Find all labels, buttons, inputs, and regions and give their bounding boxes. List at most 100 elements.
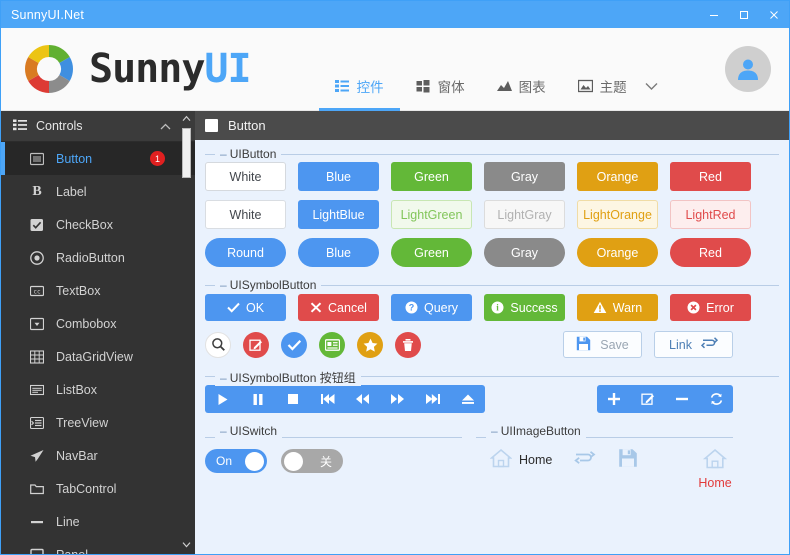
button-gray[interactable]: Gray bbox=[484, 162, 565, 191]
circle-button-delete[interactable] bbox=[395, 331, 421, 358]
image-button-home[interactable]: Home bbox=[489, 448, 552, 471]
scrollbar-thumb[interactable] bbox=[182, 128, 191, 178]
button-orange[interactable]: Orange bbox=[577, 162, 658, 191]
close-button[interactable] bbox=[759, 1, 789, 28]
refresh-button[interactable] bbox=[699, 385, 733, 413]
sidebar-item-treeview[interactable]: TreeView bbox=[1, 406, 195, 439]
button-light-green[interactable]: LightGreen bbox=[391, 200, 472, 229]
sidebar-item-button[interactable]: Button 1 bbox=[1, 142, 195, 175]
group-uibutton: – UIButton White Blue Green Gray Orange R… bbox=[205, 147, 779, 267]
question-icon: ? bbox=[405, 301, 418, 314]
circle-button-star[interactable] bbox=[357, 331, 383, 358]
symbol-button-ok[interactable]: OK bbox=[205, 294, 286, 321]
button-light-white[interactable]: White bbox=[205, 200, 286, 229]
stop-button[interactable] bbox=[275, 385, 310, 413]
button-blue[interactable]: Blue bbox=[298, 162, 379, 191]
fast-forward-button[interactable] bbox=[380, 385, 415, 413]
svg-text:cc: cc bbox=[33, 288, 41, 295]
image-button-home-vertical[interactable]: Home bbox=[698, 448, 732, 490]
skip-start-button[interactable] bbox=[310, 385, 345, 413]
symbol-button-query[interactable]: ? Query bbox=[391, 294, 472, 321]
sidebar-item-tabcontrol[interactable]: TabControl bbox=[1, 472, 195, 505]
button-green[interactable]: Green bbox=[391, 162, 472, 191]
pause-button[interactable] bbox=[240, 385, 275, 413]
radio-icon bbox=[29, 250, 45, 266]
add-button[interactable] bbox=[597, 385, 631, 413]
skip-end-button[interactable] bbox=[415, 385, 450, 413]
button-round-orange[interactable]: Orange bbox=[577, 238, 658, 267]
switch-off[interactable]: 关 bbox=[281, 449, 343, 473]
remove-button[interactable] bbox=[665, 385, 699, 413]
home-icon bbox=[489, 448, 513, 471]
group-uisymbolbutton: – UISymbolButton OK Cancel ? Query i Suc… bbox=[205, 278, 779, 358]
button-light-blue[interactable]: LightBlue bbox=[298, 200, 379, 229]
sidebar-item-datagridview[interactable]: DataGridView bbox=[1, 340, 195, 373]
info-icon: i bbox=[491, 301, 504, 314]
button-round-green[interactable]: Green bbox=[391, 238, 472, 267]
link-button[interactable]: Link bbox=[654, 331, 733, 358]
circle-button-check[interactable] bbox=[281, 331, 307, 358]
symbol-button-success[interactable]: i Success bbox=[484, 294, 565, 321]
uibutton-row-round: Round Blue Green Gray Orange Red bbox=[205, 229, 779, 267]
rewind-icon bbox=[356, 394, 369, 404]
minimize-button[interactable] bbox=[699, 1, 729, 28]
eject-button[interactable] bbox=[450, 385, 485, 413]
sidebar-header[interactable]: Controls bbox=[1, 111, 195, 142]
symbol-button-label: Query bbox=[423, 300, 459, 315]
switch-row: On 关 bbox=[205, 438, 462, 473]
sidebar-item-label: Label bbox=[56, 184, 87, 199]
symbol-button-error[interactable]: Error bbox=[670, 294, 751, 321]
play-button[interactable] bbox=[205, 385, 240, 413]
sidebar-item-combobox[interactable]: Combobox bbox=[1, 307, 195, 340]
button-round-blue[interactable]: Blue bbox=[298, 238, 379, 267]
save-button[interactable]: Save bbox=[563, 331, 642, 358]
sidebar-scrollbar[interactable] bbox=[180, 113, 193, 552]
circle-button-edit[interactable] bbox=[243, 331, 269, 358]
button-red[interactable]: Red bbox=[670, 162, 751, 191]
edit-button[interactable] bbox=[631, 385, 665, 413]
symbol-button-warn[interactable]: Warn bbox=[577, 294, 658, 321]
content-area: Button – UIButton White Blue Green Gray O… bbox=[195, 111, 789, 554]
rewind-button[interactable] bbox=[345, 385, 380, 413]
combobox-icon bbox=[29, 316, 45, 332]
button-round[interactable]: Round bbox=[205, 238, 286, 267]
paper-plane-icon bbox=[29, 448, 45, 464]
nav-tab-charts[interactable]: 图表 bbox=[481, 28, 562, 111]
switch-on[interactable]: On bbox=[205, 449, 267, 473]
sidebar-item-label: ListBox bbox=[56, 382, 97, 397]
button-round-red[interactable]: Red bbox=[670, 238, 751, 267]
window-title: SunnyUI.Net bbox=[11, 7, 85, 22]
button-light-gray[interactable]: LightGray bbox=[484, 200, 565, 229]
chevron-up-icon[interactable] bbox=[160, 119, 171, 133]
sidebar-item-panel[interactable]: Panel bbox=[1, 538, 195, 554]
scroll-down-icon[interactable] bbox=[182, 539, 191, 552]
list-icon bbox=[13, 119, 27, 134]
button-white[interactable]: White bbox=[205, 162, 286, 191]
button-light-red[interactable]: LightRed bbox=[670, 200, 751, 229]
sidebar-item-listbox[interactable]: ListBox bbox=[1, 373, 195, 406]
sidebar-item-label-ctl[interactable]: B Label bbox=[1, 175, 195, 208]
sidebar-item-textbox[interactable]: cc TextBox bbox=[1, 274, 195, 307]
group-uisymbolbutton-group: – UISymbolButton 按钮组 bbox=[205, 369, 779, 413]
sidebar-item-radiobutton[interactable]: RadioButton bbox=[1, 241, 195, 274]
sidebar-item-checkbox[interactable]: CheckBox bbox=[1, 208, 195, 241]
symbol-button-cancel[interactable]: Cancel bbox=[298, 294, 379, 321]
group-uiswitch-legend: – UISwitch bbox=[215, 424, 283, 438]
sidebar-item-label: TreeView bbox=[56, 415, 109, 430]
button-round-gray[interactable]: Gray bbox=[484, 238, 565, 267]
maximize-button[interactable] bbox=[729, 1, 759, 28]
image-button-save[interactable] bbox=[618, 448, 638, 471]
image-button-shuffle[interactable] bbox=[574, 448, 596, 471]
user-avatar-icon[interactable] bbox=[725, 46, 771, 92]
button-light-orange[interactable]: LightOrange bbox=[577, 200, 658, 229]
circle-button-id-card[interactable] bbox=[319, 331, 345, 358]
sunnyui-color-wheel-icon bbox=[21, 41, 77, 97]
nav-tab-controls[interactable]: 控件 bbox=[318, 28, 400, 111]
nav-tab-forms[interactable]: 窗体 bbox=[400, 28, 481, 111]
scroll-up-icon[interactable] bbox=[182, 113, 191, 126]
sidebar-item-line[interactable]: Line bbox=[1, 505, 195, 538]
nav-tab-theme[interactable]: 主题 bbox=[562, 28, 643, 111]
sidebar-item-navbar[interactable]: NavBar bbox=[1, 439, 195, 472]
chevron-down-icon[interactable] bbox=[643, 28, 662, 111]
circle-button-search[interactable] bbox=[205, 331, 231, 358]
